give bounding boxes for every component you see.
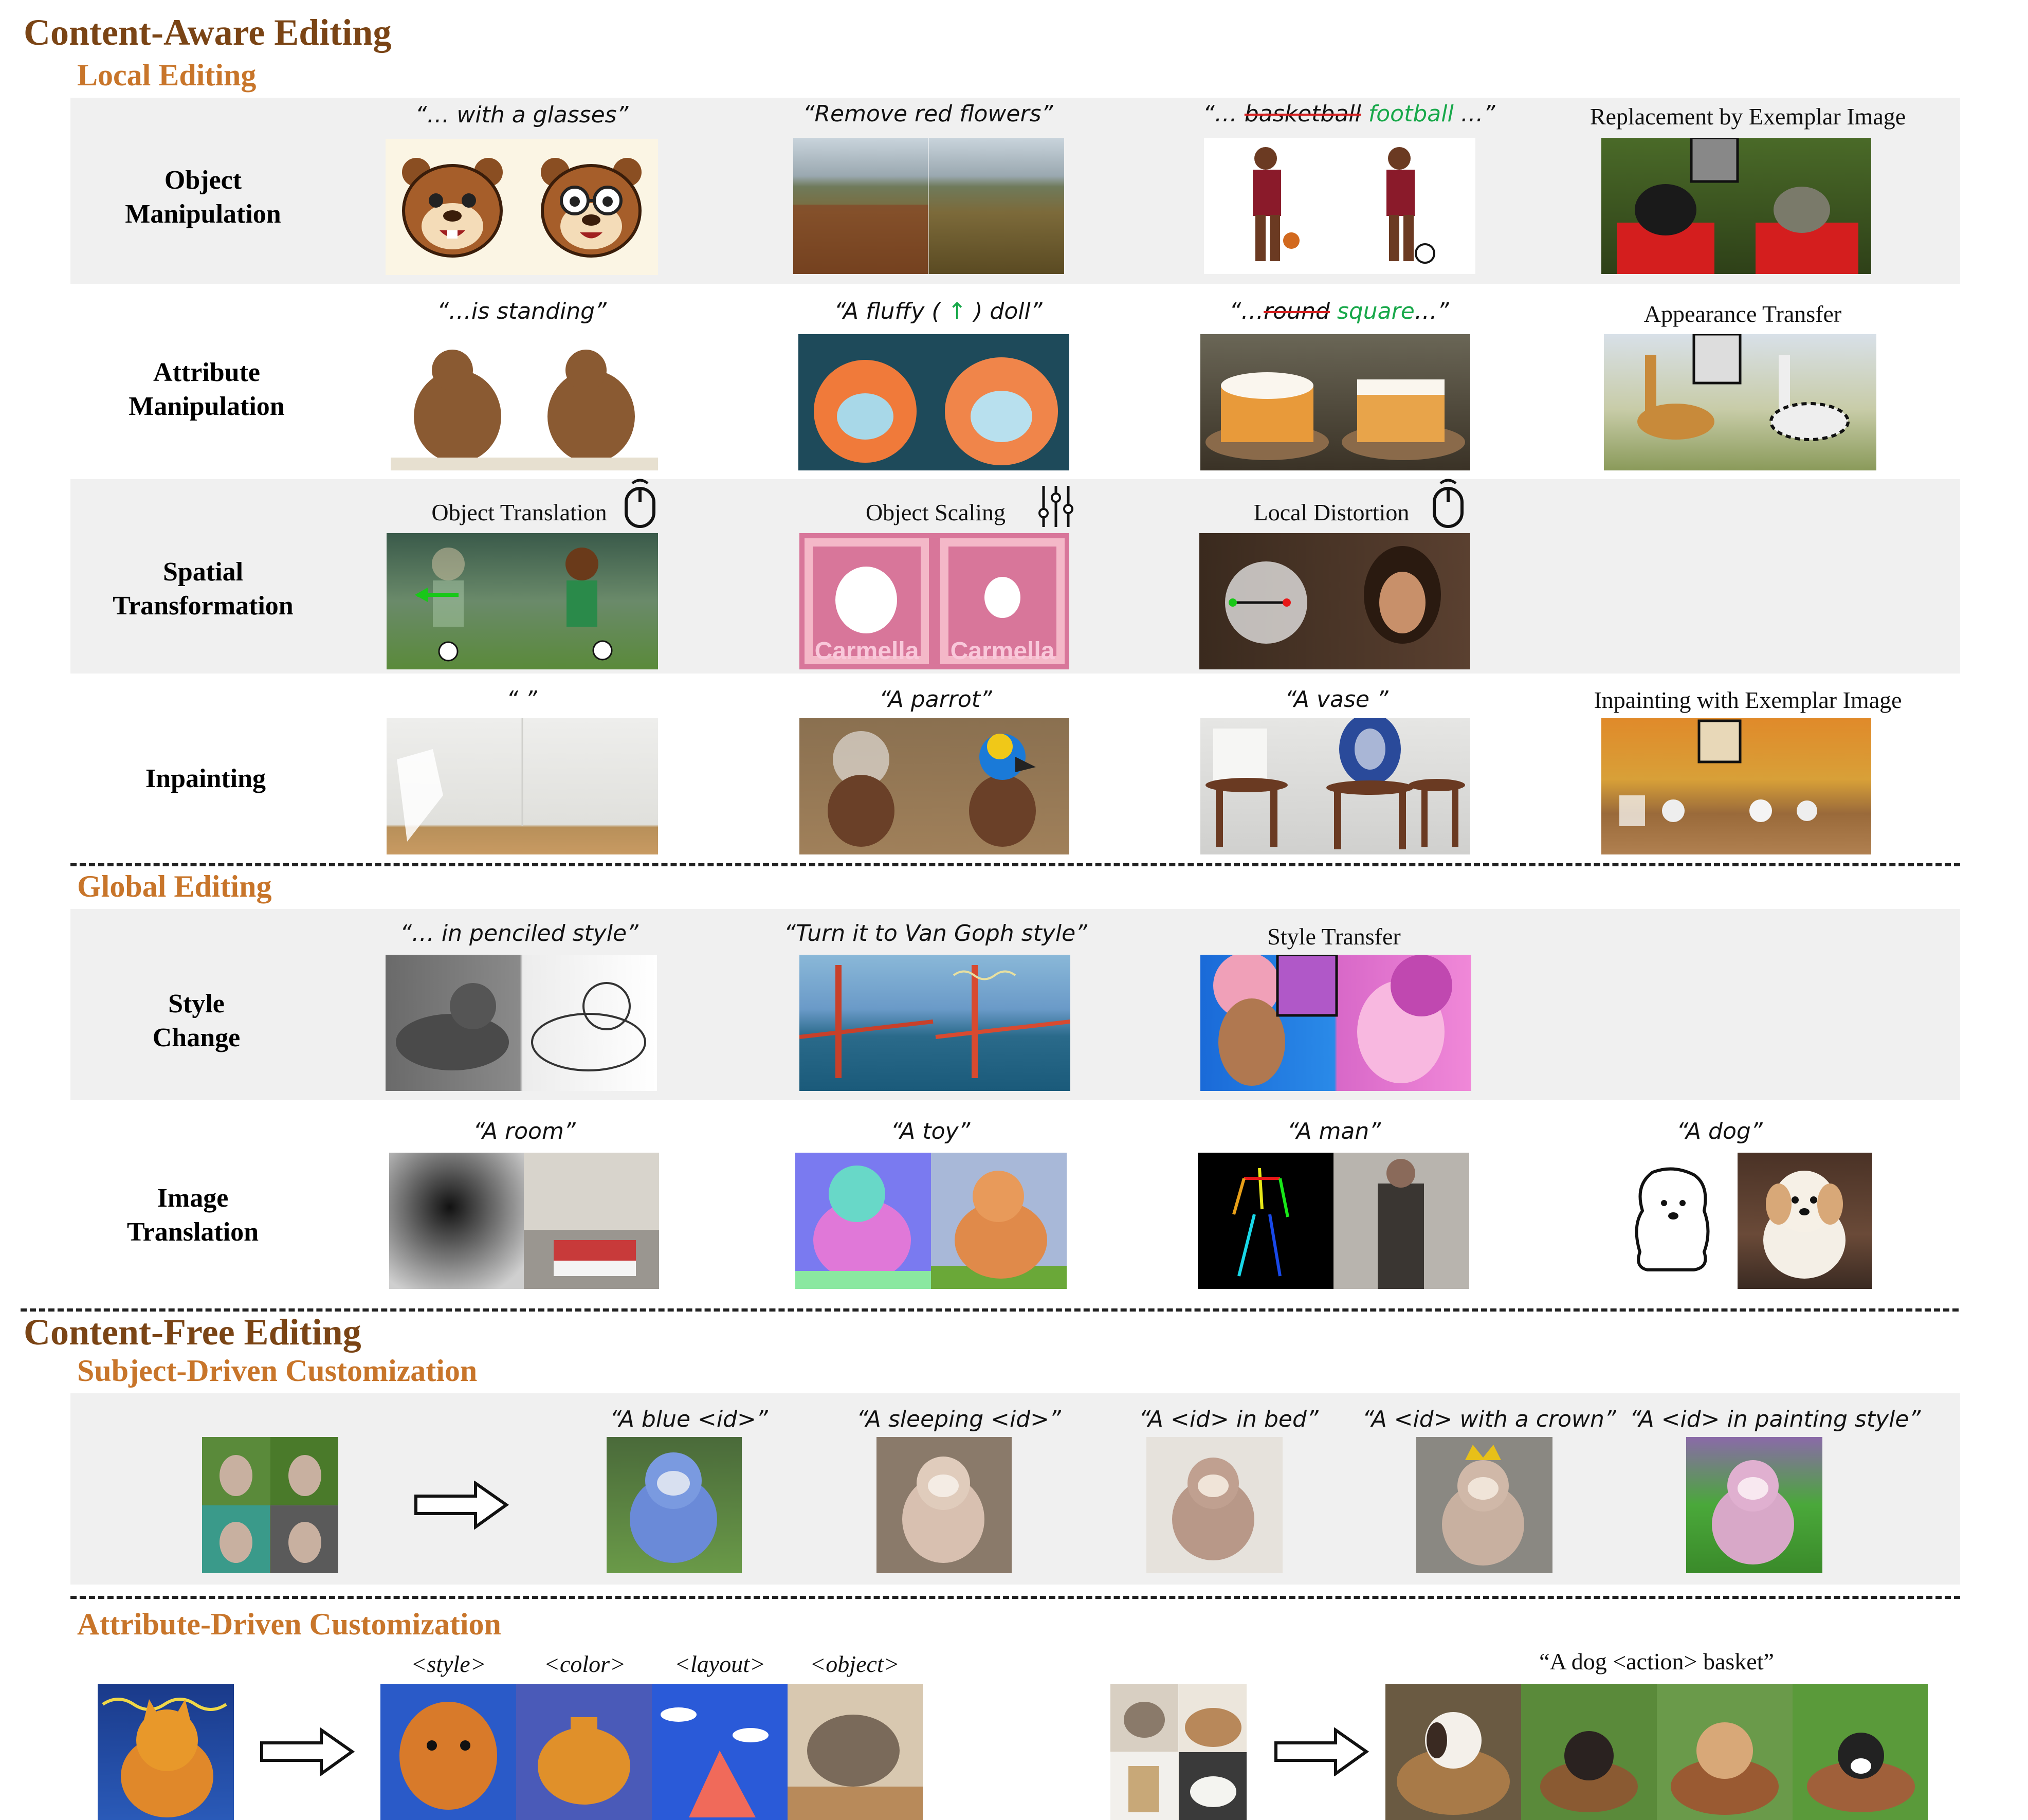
image-bear-standing [391,334,658,470]
caption-parrot: “A parrot” [879,686,992,713]
caption-object-scaling: Object Scaling [865,499,1006,525]
caption-appearance-transfer: Appearance Transfer [1643,301,1842,327]
heading-content-aware: Content-Aware Editing [24,12,392,53]
image-dog-sketch [1632,1164,1714,1275]
beaver-before [402,158,503,258]
tag-color: <color> [543,1651,626,1677]
tag-object: <object> [810,1651,900,1677]
right-arrow-icon [1274,1727,1369,1776]
caption-remove-flowers: “Remove red flowers” [802,101,1053,127]
caption-room: “A room” [473,1118,576,1144]
image-penciled-cat [386,955,657,1091]
caption-vase: “A vase ” [1285,686,1388,713]
caption-inpainting-exemplar: Inpainting with Exemplar Image [1594,687,1902,713]
heading-content-free: Content-Free Editing [24,1312,361,1353]
player-right [1386,147,1435,264]
tag-style: <style> [411,1651,486,1677]
caption-toy: “A toy” [890,1118,971,1144]
row-label-object-manipulation: Object Manipulation [125,166,281,229]
row-label-style-change: Style Change [152,989,241,1052]
separator-subject-attribute [70,1596,1960,1599]
beaver-after [541,158,642,258]
caption-blue-id: “A blue <id>” [610,1406,768,1432]
image-object-scaling: Carmella Carmella [799,533,1069,669]
caption-object-translation: Object Translation [431,499,607,525]
image-sloth-painting [1686,1437,1822,1573]
caption-man: “A man” [1287,1118,1381,1144]
image-dog-to-cat [1601,138,1871,274]
sliders-icon [1038,486,1073,527]
heading-global-editing: Global Editing [77,869,272,903]
caption-fluffy-doll: “A fluffy ( ↑ ) doll” [834,298,1043,324]
image-sloth-references [202,1437,338,1573]
heading-subject-driven: Subject-Driven Customization [77,1354,478,1388]
image-red-flowers [793,138,1064,274]
mouse-icon [625,479,655,528]
svg-text:Carmella: Carmella [951,638,1055,665]
exemplar-inset [1276,955,1338,1017]
caption-standing: “…is standing” [437,298,607,324]
caption-id-painting: “A <id> in painting style” [1630,1406,1921,1432]
image-basketball-player [1204,138,1475,274]
caption-local-distortion: Local Distortion [1253,499,1410,525]
exemplar-inset [1692,334,1742,385]
image-inpaint-chair [387,718,658,854]
image-toy-translation [795,1153,1067,1289]
right-arrow-icon [260,1727,355,1776]
row-label-attribute-manipulation: Attribute Manipulation [129,358,285,421]
svg-text:Carmella: Carmella [815,638,919,665]
image-pose-translation [1198,1153,1469,1289]
image-giraffe-zebra [1604,334,1876,470]
caption-dog-action-basket: “A dog <action> basket” [1539,1648,1774,1675]
image-inpaint-vase [1200,718,1470,854]
caption-penciled-style: “… in penciled style” [400,920,638,947]
right-arrow-icon [414,1481,509,1530]
image-object-translation [387,533,658,669]
player-left [1253,147,1300,261]
image-cake [1200,334,1470,470]
tag-layout: <layout> [674,1651,766,1677]
row-label-spatial-transformation: Spatial Transformation [113,557,294,621]
image-golden-gate [799,955,1070,1091]
image-blue-sloth [607,1437,742,1573]
image-beaver-glasses [386,139,658,275]
caption-style-transfer: Style Transfer [1267,923,1401,950]
caption-round-square: “…round square…” [1229,298,1449,324]
image-inpaint-parrot [799,718,1069,854]
image-sloth-crown [1416,1437,1552,1573]
mouse-icon [1433,479,1464,528]
caption-glasses: “… with a glasses” [415,102,629,128]
image-style-transfer [1200,955,1471,1091]
image-starry-cat [98,1684,234,1820]
image-dog-photo [1738,1153,1872,1289]
caption-replacement-exemplar: Replacement by Exemplar Image [1589,103,1906,130]
row-label-image-translation: Image Translation [126,1184,259,1247]
image-sleeping-sloth [876,1437,1012,1573]
separator-local-global [70,863,1960,866]
row-label-inpainting: Inpainting [145,764,266,793]
caption-id-crown: “A <id> with a crown” [1362,1406,1616,1432]
caption-van-gogh: “Turn it to Van Goph style” [784,920,1087,947]
caption-empty: “ ” [506,686,537,713]
caption-id-in-bed: “A <id> in bed” [1139,1406,1319,1432]
image-dog-basket-results [1385,1684,1928,1820]
image-inpaint-exemplar [1601,718,1871,854]
exemplar-inset [1697,719,1742,763]
image-local-distortion [1199,533,1470,669]
image-room-translation [389,1153,659,1289]
heading-local-editing: Local Editing [77,58,257,92]
image-dog-basket-references [1110,1684,1247,1820]
exemplar-inset [1690,138,1739,183]
caption-dog: “A dog” [1676,1118,1763,1144]
caption-basketball-football: “… basketball football …” [1203,101,1495,127]
heading-attribute-driven: Attribute-Driven Customization [77,1607,501,1641]
image-fluffy-doll [798,334,1069,470]
image-attribute-results [380,1684,923,1820]
image-sloth-in-bed [1146,1437,1283,1573]
caption-sleeping-id: “A sleeping <id>” [856,1406,1061,1432]
